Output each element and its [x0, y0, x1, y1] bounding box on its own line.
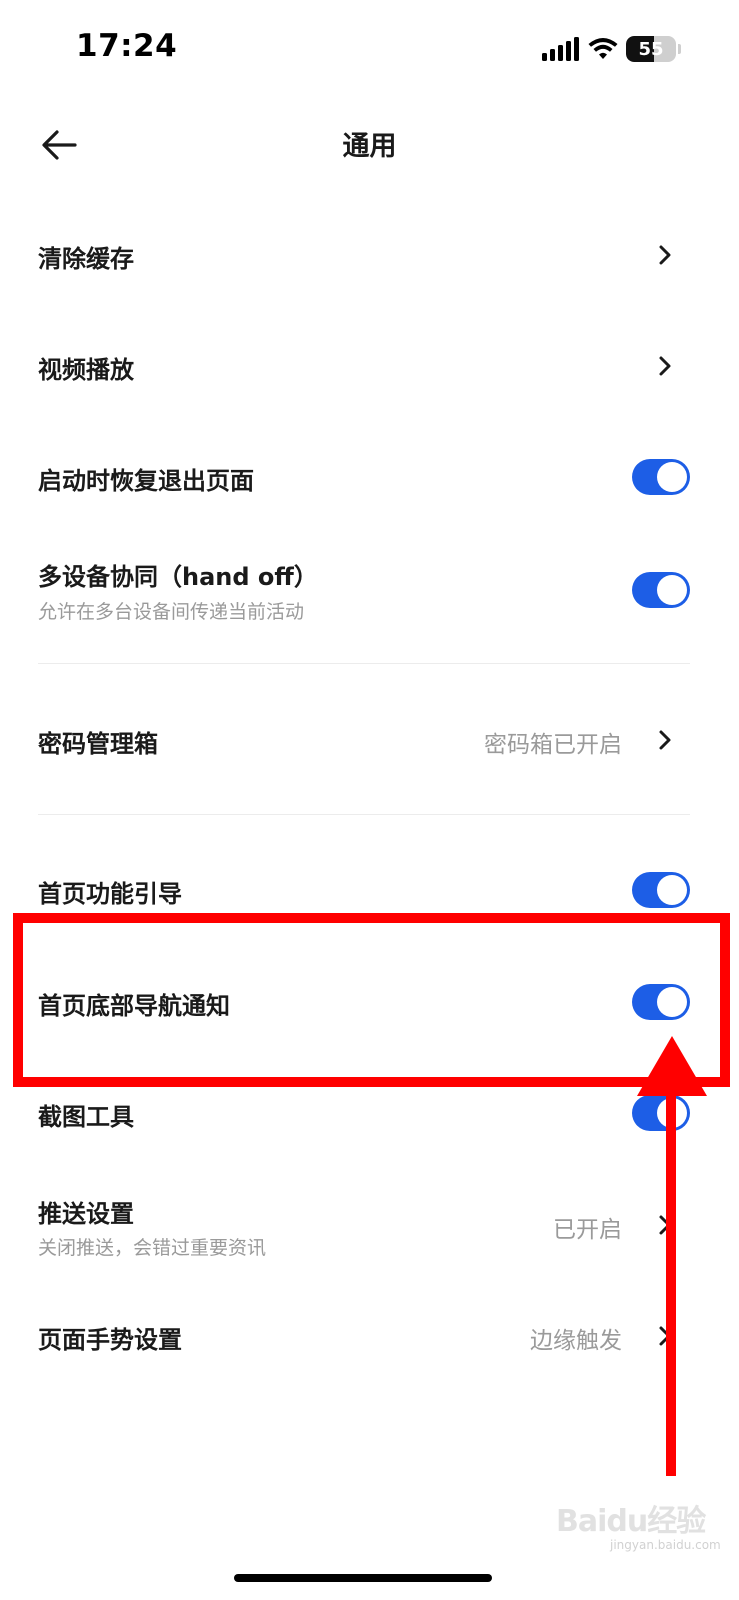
- wifi-icon: [588, 38, 618, 59]
- toggle-knob: [657, 987, 687, 1017]
- restore-pages-toggle[interactable]: [632, 459, 690, 495]
- home-indicator: [234, 1574, 492, 1582]
- watermark-url: jingyan.baidu.com: [610, 1538, 721, 1552]
- settings-row-home-bottom-nav: 首页底部导航通知: [38, 972, 690, 1030]
- settings-row-push[interactable]: 推送设置 关闭推送，会错过重要资讯 已开启: [38, 1190, 690, 1270]
- row-label: 首页底部导航通知: [38, 992, 230, 1020]
- row-value: 边缘触发: [530, 1328, 622, 1354]
- row-label: 推送设置: [38, 1200, 134, 1228]
- annotation-arrow-shaft: [666, 1086, 676, 1476]
- settings-row-gesture[interactable]: 页面手势设置 边缘触发: [38, 1306, 690, 1364]
- settings-row-restore-pages: 启动时恢复退出页面: [38, 448, 690, 506]
- divider: [38, 814, 690, 815]
- status-icons: 55: [542, 36, 681, 62]
- row-label: 清除缓存: [38, 245, 134, 273]
- settings-row-screenshot-tool: 截图工具: [38, 1084, 690, 1142]
- battery-icon: 55: [626, 36, 676, 62]
- chevron-right-icon: [659, 1215, 671, 1235]
- chevron-right-icon: [659, 245, 671, 265]
- row-label: 视频播放: [38, 356, 134, 384]
- watermark-logo: Baidu经验: [556, 1504, 706, 1539]
- row-subtitle: 关闭推送，会错过重要资讯: [38, 1237, 267, 1259]
- divider: [38, 663, 690, 664]
- status-time: 17:24: [76, 28, 178, 64]
- settings-row-password-manager[interactable]: 密码管理箱 密码箱已开启: [38, 710, 690, 768]
- row-label: 启动时恢复退出页面: [38, 467, 254, 495]
- chevron-right-icon: [659, 730, 671, 750]
- home-bottom-nav-toggle[interactable]: [632, 984, 690, 1020]
- status-bar: 17:24 55: [0, 0, 739, 96]
- page-title: 通用: [342, 131, 397, 162]
- screenshot-tool-toggle[interactable]: [632, 1095, 690, 1131]
- row-value: 已开启: [553, 1217, 622, 1243]
- row-label: 截图工具: [38, 1103, 134, 1131]
- chevron-right-icon: [659, 1326, 671, 1346]
- row-label: 首页功能引导: [38, 880, 182, 908]
- cellular-signal-icon: [542, 37, 579, 61]
- row-value: 密码箱已开启: [484, 732, 622, 758]
- home-guide-toggle[interactable]: [632, 872, 690, 908]
- toggle-knob: [657, 575, 687, 605]
- row-label: 密码管理箱: [38, 730, 158, 758]
- settings-row-clear-cache[interactable]: 清除缓存: [38, 226, 690, 284]
- settings-row-video-playback[interactable]: 视频播放: [38, 337, 690, 395]
- settings-row-handoff: 多设备协同（hand off） 允许在多台设备间传递当前活动: [38, 553, 690, 633]
- toggle-knob: [657, 462, 687, 492]
- toggle-knob: [657, 1098, 687, 1128]
- toggle-knob: [657, 875, 687, 905]
- battery-tip: [678, 44, 681, 54]
- handoff-toggle[interactable]: [632, 572, 690, 608]
- settings-row-home-guide: 首页功能引导: [38, 861, 690, 919]
- battery-level: 55: [638, 38, 664, 60]
- chevron-right-icon: [659, 356, 671, 376]
- row-label: 多设备协同（hand off）: [38, 563, 318, 591]
- row-subtitle: 允许在多台设备间传递当前活动: [38, 601, 305, 623]
- row-label: 页面手势设置: [38, 1326, 182, 1354]
- nav-bar: 通用: [0, 100, 739, 188]
